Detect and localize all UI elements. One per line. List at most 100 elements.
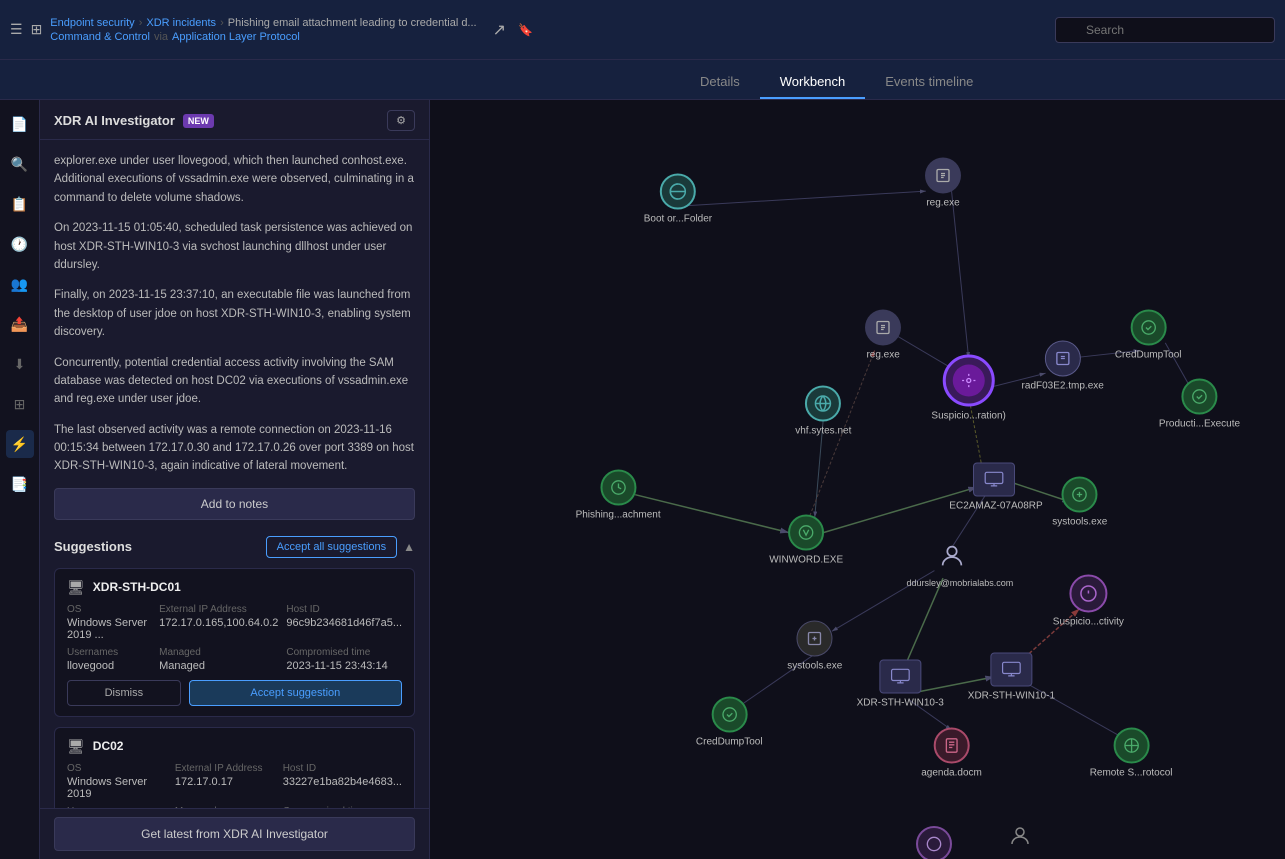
- tab-workbench[interactable]: Workbench: [760, 66, 866, 99]
- ai-settings-button[interactable]: ⚙: [387, 110, 415, 131]
- sidebar-icon-lightning[interactable]: ⚡: [6, 430, 34, 458]
- card-2-hostname: DC02: [93, 739, 124, 753]
- node-circle-reg1: [925, 158, 961, 194]
- node-circle-systools2: [797, 621, 833, 657]
- sidebar-icon-file[interactable]: 📄: [6, 110, 34, 138]
- node-vhf-sytes[interactable]: vhf.sytes.net: [795, 386, 851, 437]
- ai-text-5: The last observed activity was a remote …: [54, 421, 415, 476]
- node-person-bottom[interactable]: [1004, 820, 1036, 852]
- node-reg1[interactable]: reg.exe: [925, 158, 961, 209]
- sidebar-icon-list[interactable]: 📋: [6, 190, 34, 218]
- node-circle-systools1: [1062, 477, 1098, 513]
- node-label-suspicious-ration: Suspicio...ration): [931, 411, 1005, 422]
- sidebar-icon-search[interactable]: 🔍: [6, 150, 34, 178]
- ai-text-4: Concurrently, potential credential acces…: [54, 354, 415, 409]
- node-ec2amaz[interactable]: EC2AMAZ-07A08RP: [949, 463, 1039, 512]
- node-label-systools1: systools.exe: [1052, 517, 1107, 528]
- new-badge: NEW: [183, 114, 214, 128]
- node-ddursley[interactable]: ddursley@mobrialabs.com: [907, 538, 997, 588]
- node-xdr-bottom[interactable]: [916, 826, 952, 859]
- accept-suggestion-button-1[interactable]: Accept suggestion: [189, 680, 402, 706]
- search-input[interactable]: [1055, 17, 1275, 43]
- node-circle-suspicious-ration: [943, 355, 995, 407]
- accept-all-button[interactable]: Accept all suggestions: [266, 536, 397, 558]
- node-circle-person-bottom: [1004, 820, 1036, 852]
- node-circle-xdr3: [879, 660, 921, 694]
- ai-investigator-header: XDR AI Investigator NEW ⚙: [40, 100, 429, 140]
- node-label-reg2: reg.exe: [866, 350, 899, 361]
- field-os-2: OS Windows Server 2019: [67, 763, 167, 800]
- sidebar-icon-grid[interactable]: ⊞: [6, 390, 34, 418]
- add-to-notes-button[interactable]: Add to notes: [54, 488, 415, 520]
- ai-text-3: Finally, on 2023-11-15 23:37:10, an exec…: [54, 286, 415, 341]
- card-2-fields: OS Windows Server 2019 External IP Addre…: [67, 763, 402, 808]
- field-os-1: OS Windows Server 2019 ...: [67, 604, 151, 641]
- node-creddump2[interactable]: CredDumpTool: [696, 697, 763, 748]
- node-label-agenda: agenda.docm: [921, 767, 982, 778]
- node-radf03e2[interactable]: radF03E2.tmp.exe: [1022, 340, 1104, 391]
- node-circle-creddump1: [1130, 310, 1166, 346]
- dismiss-button-1[interactable]: Dismiss: [67, 680, 181, 706]
- node-label-producti: Producti...Execute: [1159, 418, 1240, 429]
- node-reg2[interactable]: reg.exe: [865, 310, 901, 361]
- card-1-fields: OS Windows Server 2019 ... External IP A…: [67, 604, 402, 672]
- node-agenda[interactable]: agenda.docm: [921, 727, 982, 778]
- breadcrumb-current: Phishing email attachment leading to cre…: [228, 17, 477, 29]
- ai-title-row: XDR AI Investigator NEW: [54, 113, 214, 128]
- node-suspicious-ration[interactable]: Suspicio...ration): [931, 355, 1005, 422]
- left-sidebar: 📄 🔍 📋 🕐 👥 📤 ⬇ ⊞ ⚡ 📑: [0, 100, 40, 859]
- ai-text-1: explorer.exe under user llovegood, which…: [54, 152, 415, 207]
- node-suspicious-ctivity[interactable]: Suspicio...ctivity: [1053, 574, 1124, 627]
- card-1-hostname: XDR-STH-DC01: [93, 580, 181, 594]
- node-creddump1[interactable]: CredDumpTool: [1115, 310, 1182, 361]
- node-circle-boot: [660, 173, 696, 209]
- breadcrumb-top: Endpoint security › XDR incidents › Phis…: [50, 17, 476, 29]
- breadcrumb-endpoint[interactable]: Endpoint security: [50, 17, 134, 29]
- node-systools2[interactable]: systools.exe: [787, 621, 842, 672]
- node-label-xdr1: XDR-STH-WIN10-1: [968, 690, 1055, 701]
- node-label-ddursley: ddursley@mobrialabs.com: [907, 578, 997, 588]
- suggestions-title: Suggestions: [54, 539, 132, 554]
- node-circle-phishing: [600, 469, 636, 505]
- tab-details[interactable]: Details: [680, 66, 760, 99]
- share-icon[interactable]: ↗: [493, 20, 506, 40]
- card-1-title-row: 🖥 XDR-STH-DC01: [67, 579, 402, 596]
- ai-text-2: On 2023-11-15 01:05:40, scheduled task p…: [54, 219, 415, 274]
- sidebar-icon-download[interactable]: ⬇: [6, 350, 34, 378]
- node-label-boot: Boot or...Folder: [644, 213, 712, 224]
- node-circle-winword: [788, 515, 824, 551]
- collapse-icon[interactable]: ▲: [403, 540, 415, 554]
- sidebar-icon-history[interactable]: 🕐: [6, 230, 34, 258]
- field-hostid-2: Host ID 33227e1ba82b4e4683...: [283, 763, 402, 800]
- breadcrumb-xdr[interactable]: XDR incidents: [146, 17, 216, 29]
- hamburger-icon[interactable]: ☰: [10, 21, 23, 38]
- node-phishing[interactable]: Phishing...achment: [576, 469, 661, 520]
- sidebar-icon-document[interactable]: 📑: [6, 470, 34, 498]
- breadcrumb-app-layer[interactable]: Application Layer Protocol: [172, 31, 300, 43]
- node-producti[interactable]: Producti...Execute: [1159, 378, 1240, 429]
- node-label-systools2: systools.exe: [787, 661, 842, 672]
- node-label-reg1: reg.exe: [926, 198, 959, 209]
- breadcrumb-command-control[interactable]: Command & Control: [50, 31, 150, 43]
- node-xdr-win10-1[interactable]: XDR-STH-WIN10-1: [968, 652, 1055, 701]
- node-label-remote: Remote S...rotocol: [1090, 767, 1173, 778]
- node-circle-remote: [1113, 727, 1149, 763]
- breadcrumb: Endpoint security › XDR incidents › Phis…: [50, 17, 476, 43]
- get-latest-button[interactable]: Get latest from XDR AI Investigator: [54, 817, 415, 851]
- node-boot-folder[interactable]: Boot or...Folder: [644, 173, 712, 224]
- node-circle-radf: [1045, 340, 1081, 376]
- sidebar-icon-export[interactable]: 📤: [6, 310, 34, 338]
- top-bar-right: 🔍: [1055, 17, 1275, 43]
- bookmark-icon[interactable]: 🔖: [518, 23, 533, 37]
- graph-area[interactable]: Boot or...Folder reg.exe reg.exe: [430, 100, 1285, 859]
- main-content: 📄 🔍 📋 🕐 👥 📤 ⬇ ⊞ ⚡ 📑 XDR AI Investigator …: [0, 100, 1285, 859]
- node-winword[interactable]: WINWORD.EXE: [769, 515, 843, 566]
- product-icon[interactable]: ⊞: [31, 21, 43, 38]
- sidebar-icon-users[interactable]: 👥: [6, 270, 34, 298]
- node-xdr-win10-3[interactable]: XDR-STH-WIN10-3: [857, 660, 944, 709]
- node-remote-protocol[interactable]: Remote S...rotocol: [1090, 727, 1173, 778]
- node-systools1[interactable]: systools.exe: [1052, 477, 1107, 528]
- tab-events[interactable]: Events timeline: [865, 66, 993, 99]
- node-label-phishing: Phishing...achment: [576, 509, 661, 520]
- panel-scroll[interactable]: explorer.exe under user llovegood, which…: [40, 140, 429, 808]
